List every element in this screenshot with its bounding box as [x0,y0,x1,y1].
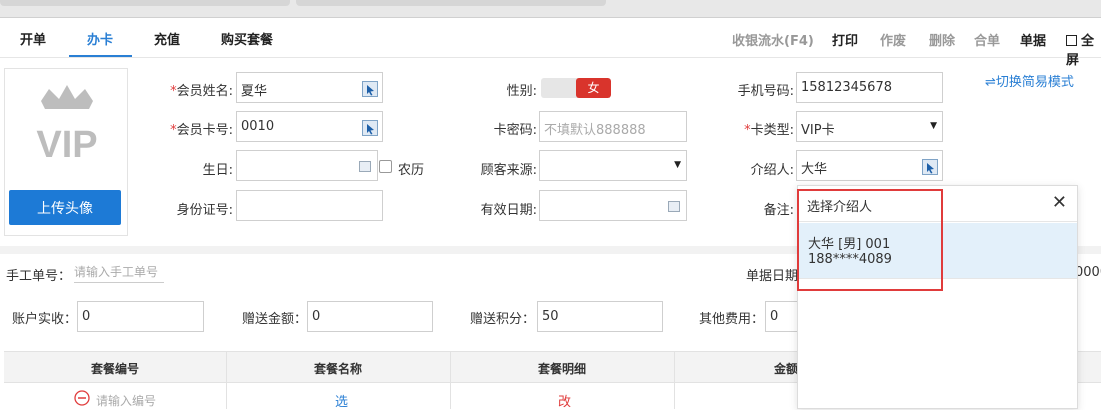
account-actual-label: 账户实收： [12,312,78,327]
col-package-detail: 套餐明细 [537,362,586,376]
gender-value: 女 [576,78,611,98]
referrer-option-phone: 188****4089 [808,252,892,267]
tab-bar: 开单 办卡 充值 购买套餐 收银流水(F4) 打印 作废 删除 合单 单据 全屏 [0,18,1101,68]
delete-button[interactable]: 删除 [929,30,955,49]
tab-open-order[interactable]: 开单 [20,29,46,48]
manual-no-input[interactable]: 请输入手工单号 [74,263,164,283]
id-card-label: 身份证号: [176,203,233,218]
col-package-name: 套餐名称 [313,362,362,376]
chevron-down-icon: ▼ [930,121,937,131]
referrer-label: 介绍人: [750,163,794,178]
other-fee-label: 其他费用： [699,312,765,327]
close-icon[interactable]: ✕ [1052,192,1067,213]
id-card-field[interactable] [236,190,383,221]
birthday-field[interactable] [236,150,378,181]
col-divider [674,351,675,409]
card-no-label: *会员卡号: [170,123,233,138]
popup-title: 选择介绍人 [807,200,873,215]
active-tab-indicator [69,55,132,57]
select-package-link[interactable]: 选 [335,391,348,410]
picker-icon[interactable] [362,120,378,136]
switch-simple-mode-link[interactable]: ⇌切换简易模式 [985,71,1074,90]
picker-icon[interactable] [362,81,378,97]
card-no-field[interactable]: 0010 [236,111,383,142]
card-password-label: 卡密码: [493,123,537,138]
birthday-label: 生日: [202,163,233,178]
cashier-flow-button[interactable]: 收银流水(F4) [732,30,814,49]
chevron-down-icon: ▼ [674,160,681,170]
col-divider [450,351,451,409]
col-divider [226,351,227,409]
gift-amount-label: 赠送金额： [242,312,308,327]
tab-recharge[interactable]: 充值 [154,29,180,48]
valid-date-field[interactable] [539,190,687,221]
package-code-input[interactable]: 请输入编号 [96,392,156,409]
remove-row-icon[interactable] [74,390,90,410]
phone-field[interactable]: 15812345678 [796,72,943,103]
top-strip [0,0,1101,18]
select-referrer-popup: 选择介绍人 ✕ 大华 [男] 001 188****4089 [797,185,1078,409]
doc-date-value: 0000 [1075,265,1101,280]
member-name-field[interactable]: 夏华 [236,72,383,103]
print-button[interactable]: 打印 [832,30,858,49]
tab-buy-package[interactable]: 购买套餐 [221,29,273,48]
vip-text: VIP [36,124,97,166]
card-password-field[interactable]: 不填默认888888 [539,111,687,142]
window-tab[interactable] [296,0,606,6]
lunar-checkbox[interactable] [379,160,392,173]
doc-date-label: 单据日期 [746,269,799,284]
receipt-button[interactable]: 单据 [1020,30,1046,49]
referrer-option[interactable]: 大华 [男] 001 188****4089 [798,223,1077,279]
member-name-label: *会员姓名: [170,84,233,99]
gift-points-field[interactable]: 50 [537,301,663,332]
card-type-label: *卡类型: [744,123,794,138]
calendar-icon[interactable] [359,161,371,172]
void-button[interactable]: 作废 [880,30,906,49]
calendar-icon[interactable] [668,201,680,212]
fullscreen-button[interactable]: 全屏 [1066,30,1101,68]
customer-source-select[interactable]: ▼ [539,150,687,181]
picker-icon[interactable] [922,159,938,175]
merge-button[interactable]: 合单 [974,30,1000,49]
edit-package-link[interactable]: 改 [558,391,571,410]
card-type-select[interactable]: VIP卡 ▼ [796,111,943,142]
gift-points-label: 赠送积分： [470,312,536,327]
customer-source-label: 顾客来源: [480,163,537,178]
upload-avatar-button[interactable]: 上传头像 [9,190,121,225]
gender-label: 性别: [506,84,537,99]
col-package-code: 套餐编号 [90,362,139,376]
referrer-field[interactable]: 大华 [796,150,943,181]
account-actual-field[interactable]: 0 [77,301,204,332]
referrer-option-name: 大华 [男] 001 [808,237,891,252]
manual-no-label: 手工单号： [6,269,72,284]
valid-date-label: 有效日期: [480,203,537,218]
window-tab[interactable] [0,0,290,6]
fullscreen-icon [1066,35,1077,46]
lunar-label: 农历 [398,163,425,178]
gender-toggle[interactable]: 女 [541,78,611,98]
phone-label: 手机号码: [737,84,794,99]
gift-amount-field[interactable]: 0 [307,301,433,332]
tab-card[interactable]: 办卡 [87,29,113,48]
remark-label: 备注: [763,203,794,218]
popup-header: 选择介绍人 ✕ [798,186,1077,222]
